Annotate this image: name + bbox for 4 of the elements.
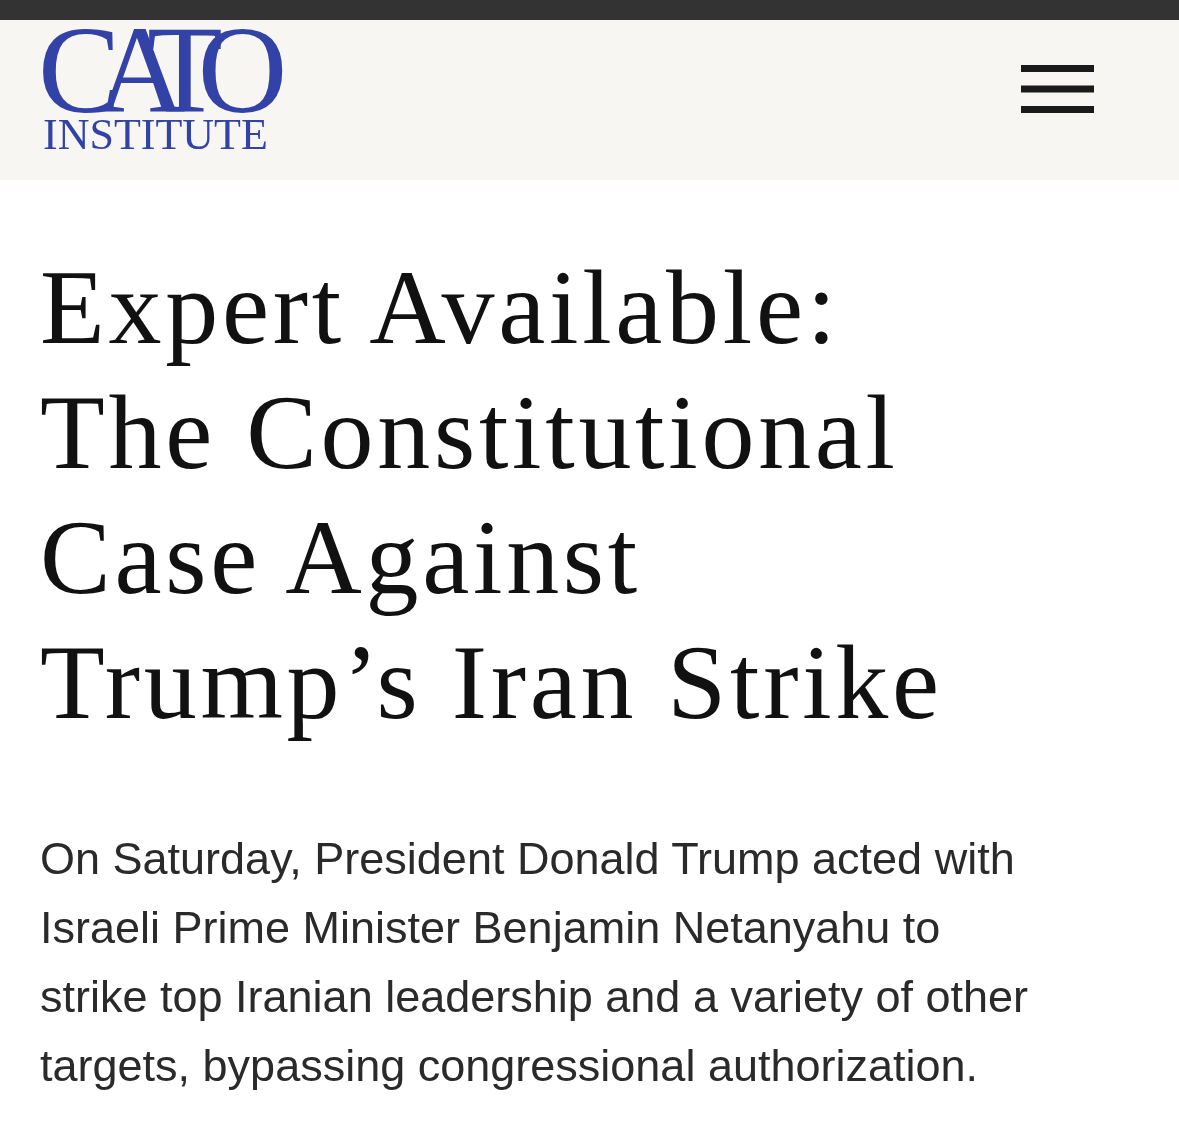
article-summary: On Saturday, President Donald Trump acted with Israeli Prime Minister Benjamin Netanyahu to strike top Iranian leadership and a variety of other targets, bypassing congressional authorization. [40, 832, 1030, 1093]
menu-button[interactable] [1021, 65, 1094, 113]
article-title: Expert Available: The Constitutional Case Against Trump’s Iran Strike [40, 248, 943, 743]
menu-icon [1021, 65, 1094, 113]
